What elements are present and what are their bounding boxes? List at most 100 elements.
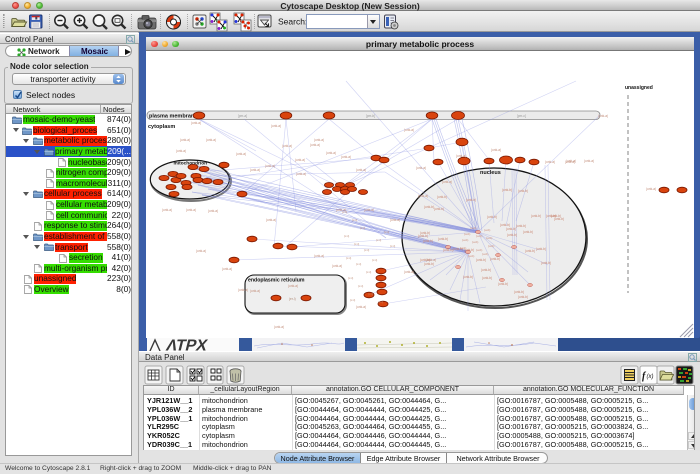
svg-text:[pm-a]: [pm-a] [238, 114, 247, 118]
svg-text:(unk-b): (unk-b) [487, 215, 497, 219]
svg-text:(unk-b): (unk-b) [506, 227, 516, 231]
svg-text:(unk-b): (unk-b) [438, 237, 448, 241]
svg-text:(unk-a): (unk-a) [238, 288, 248, 292]
svg-text:(unk-a): (unk-a) [236, 152, 246, 156]
svg-text:(unk-b): (unk-b) [518, 295, 528, 299]
svg-text:(unk-a): (unk-a) [442, 180, 452, 184]
svg-text:(unk-a): (unk-a) [296, 172, 306, 176]
svg-text:(u-b): (u-b) [470, 226, 476, 230]
svg-text:(u-b): (u-b) [486, 236, 492, 240]
svg-text:(unk-b): (unk-b) [463, 275, 473, 279]
svg-text:(unk-a): (unk-a) [416, 166, 426, 170]
svg-text:(unk-b): (unk-b) [466, 198, 476, 202]
svg-text:(unk-a): (unk-a) [491, 148, 501, 152]
svg-text:(c-l): (c-l) [360, 226, 365, 230]
svg-text:(u-b): (u-b) [488, 244, 494, 248]
svg-text:(c-l): (c-l) [390, 244, 395, 248]
svg-text:(unk-a): (unk-a) [314, 138, 324, 142]
svg-text:(unk-a): (unk-a) [222, 267, 232, 271]
svg-text:(unk-a): (unk-a) [180, 138, 190, 142]
svg-text:(c-l): (c-l) [348, 276, 353, 280]
svg-text:(unk-a): (unk-a) [288, 284, 298, 288]
svg-text:(c-l): (c-l) [344, 234, 349, 238]
svg-text:(u-b): (u-b) [460, 246, 466, 250]
svg-text:(unk-b): (unk-b) [498, 282, 508, 286]
svg-text:(unk-a): (unk-a) [341, 155, 351, 159]
svg-text:(x): (x) [647, 374, 654, 380]
svg-text:(c-l): (c-l) [384, 230, 389, 234]
svg-text:(u-b): (u-b) [476, 234, 482, 238]
svg-text:(unk-a): (unk-a) [390, 218, 400, 222]
svg-text:(unk-b): (unk-b) [490, 257, 500, 261]
svg-text:Search:: Search: [278, 17, 307, 27]
svg-text:(unk-a): (unk-a) [404, 128, 414, 132]
svg-text:(unk-a): (unk-a) [545, 160, 555, 164]
svg-text:(unk-a): (unk-a) [191, 121, 201, 125]
svg-text:(unk-b): (unk-b) [423, 239, 433, 243]
svg-text:(u-b): (u-b) [462, 238, 468, 242]
svg-text:(u-b): (u-b) [472, 240, 478, 244]
svg-text:(unk-a): (unk-a) [584, 159, 594, 163]
svg-text:(unk-a): (unk-a) [326, 151, 336, 155]
svg-text:(unk-a): (unk-a) [356, 168, 366, 172]
svg-text:(unk-a): (unk-a) [364, 208, 374, 212]
svg-text:(c-l): (c-l) [366, 270, 371, 274]
svg-text:(er-l): (er-l) [289, 297, 296, 301]
svg-text:(unk-b): (unk-b) [531, 214, 541, 218]
svg-text:(unk-b): (unk-b) [507, 233, 517, 237]
svg-text:(unk-a): (unk-a) [336, 208, 346, 212]
svg-text:(unk-b): (unk-b) [541, 261, 551, 265]
svg-text:(unk-a): (unk-a) [206, 138, 216, 142]
svg-text:(unk-a): (unk-a) [162, 208, 172, 212]
svg-text:(c-l): (c-l) [376, 238, 381, 242]
svg-text:[pm-b]: [pm-b] [366, 114, 375, 118]
svg-text:(unk-a): (unk-a) [186, 208, 196, 212]
svg-text:nucleus: nucleus [480, 170, 501, 176]
svg-text:(c-l): (c-l) [378, 300, 383, 304]
svg-text:(unk-a): (unk-a) [271, 124, 281, 128]
svg-text:(c-l): (c-l) [356, 262, 361, 266]
svg-text:(c-l): (c-l) [346, 256, 351, 260]
svg-text:(unk-a): (unk-a) [456, 154, 466, 158]
svg-text:(unk-b): (unk-b) [502, 188, 512, 192]
svg-text:(unk-a): (unk-a) [646, 187, 656, 191]
svg-text:(unk-a): (unk-a) [310, 143, 320, 147]
svg-text:(unk-b): (unk-b) [476, 258, 486, 262]
svg-text:(unk-b): (unk-b) [482, 276, 492, 280]
svg-text:(unk-b): (unk-b) [514, 290, 524, 294]
svg-text:plasma membrane: plasma membrane [149, 114, 197, 120]
svg-text:(unk-b): (unk-b) [546, 214, 556, 218]
svg-text:(unk-a): (unk-a) [418, 194, 428, 198]
svg-text:(unk-a): (unk-a) [250, 168, 260, 172]
svg-text:(unk-a): (unk-a) [250, 289, 260, 293]
svg-text:(unk-a): (unk-a) [565, 160, 575, 164]
svg-text:(unk-b): (unk-b) [518, 189, 528, 193]
svg-text:(unk-a): (unk-a) [598, 114, 608, 118]
svg-text:(c-l): (c-l) [368, 292, 373, 296]
svg-text:(unk-a): (unk-a) [295, 158, 305, 162]
svg-text:(unk-b): (unk-b) [424, 205, 434, 209]
svg-text:(u-b): (u-b) [468, 254, 474, 258]
svg-text:(unk-b): (unk-b) [516, 224, 526, 228]
svg-text:(unk-b): (unk-b) [437, 195, 447, 199]
svg-text:(c-l): (c-l) [358, 284, 363, 288]
svg-text:(c-l): (c-l) [354, 242, 359, 246]
svg-text:(unk-a): (unk-a) [265, 164, 275, 168]
svg-text:(unk-a): (unk-a) [356, 305, 366, 309]
svg-text:(unk-a): (unk-a) [404, 270, 414, 274]
svg-text:(unk-b): (unk-b) [424, 262, 434, 266]
svg-text:(unk-b): (unk-b) [418, 234, 428, 238]
svg-text:(c-l): (c-l) [352, 218, 357, 222]
svg-text:(unk-a): (unk-a) [314, 254, 324, 258]
svg-text:unassigned: unassigned [625, 85, 653, 91]
svg-text:cytoplasm: cytoplasm [148, 124, 175, 130]
svg-text:ΛΤΡΧ: ΛΤΡΧ [164, 337, 209, 351]
svg-text:(c-l): (c-l) [364, 248, 369, 252]
svg-text:(unk-b): (unk-b) [523, 230, 533, 234]
svg-text:(unk-a): (unk-a) [282, 144, 292, 148]
svg-text:(unk-b): (unk-b) [536, 247, 546, 251]
svg-text:(unk-a): (unk-a) [208, 209, 218, 213]
svg-text:endoplasmic reticulum: endoplasmic reticulum [248, 278, 305, 284]
svg-text:(unk-a): (unk-a) [274, 325, 284, 329]
svg-text:(u-b): (u-b) [464, 232, 470, 236]
